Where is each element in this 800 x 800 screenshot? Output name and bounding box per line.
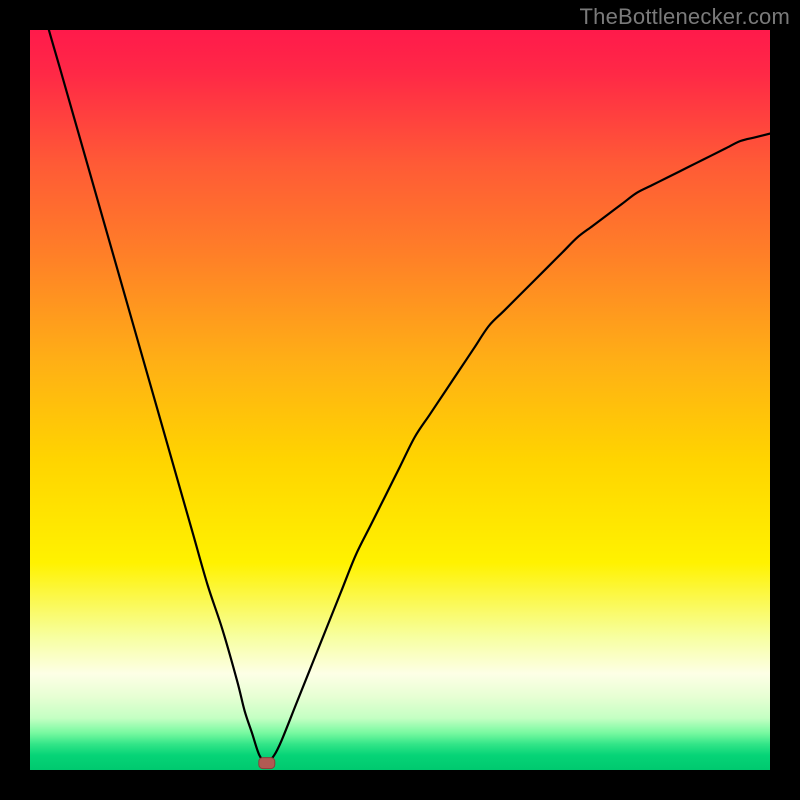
gradient-background xyxy=(30,30,770,770)
plot-area xyxy=(30,30,770,770)
bottleneck-chart xyxy=(30,30,770,770)
chart-frame: TheBottlenecker.com xyxy=(0,0,800,800)
watermark-text: TheBottlenecker.com xyxy=(580,4,790,30)
optimal-point-marker xyxy=(259,758,275,769)
